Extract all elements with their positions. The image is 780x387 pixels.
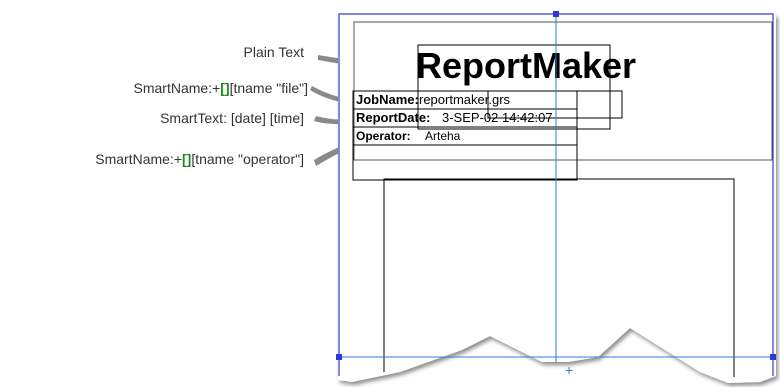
operator-value: Arteha: [425, 129, 461, 143]
handle-right[interactable]: [770, 354, 776, 360]
reportdate-label: ReportDate:: [356, 110, 430, 125]
report-title: ReportMaker: [416, 45, 636, 86]
handle-top-center[interactable]: [553, 11, 559, 17]
page-frame: ReportMaker JobName: reportmaker.grs Rep…: [336, 11, 776, 383]
jobname-label: JobName:: [356, 92, 419, 107]
center-plus-icon: +: [565, 362, 573, 378]
report-layout-diagram: ReportMaker JobName: reportmaker.grs Rep…: [310, 11, 776, 383]
jobname-value: reportmaker.grs: [419, 92, 511, 107]
reportdate-value: 3-SEP-02 14:42:07: [442, 110, 553, 125]
operator-label: Operator:: [356, 129, 411, 143]
handle-left[interactable]: [336, 354, 342, 360]
